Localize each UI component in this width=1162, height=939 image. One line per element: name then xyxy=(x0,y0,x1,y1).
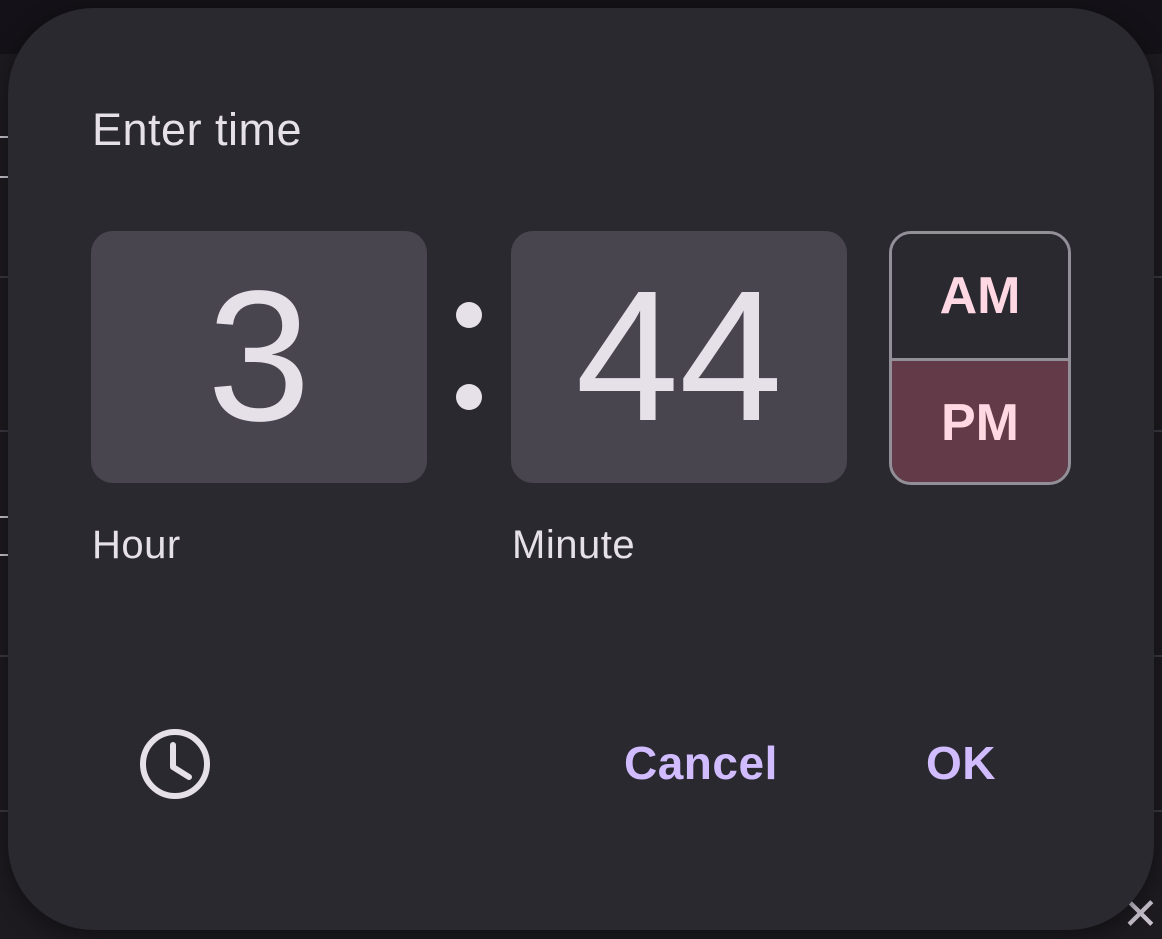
background-mark xyxy=(0,136,8,138)
ok-button[interactable]: OK xyxy=(926,736,996,790)
pm-option[interactable]: PM xyxy=(892,358,1068,482)
am-option[interactable]: AM xyxy=(892,234,1068,358)
clock-mode-button[interactable] xyxy=(136,725,214,803)
cancel-button[interactable]: Cancel xyxy=(624,736,778,790)
time-picker-dialog: Enter time 3 44 AM PM Hour Minute Cancel… xyxy=(8,8,1154,930)
hour-value: 3 xyxy=(207,253,311,460)
am-pm-selector: AM PM xyxy=(889,231,1071,485)
background-mark xyxy=(0,176,8,178)
hour-input[interactable]: 3 xyxy=(91,231,427,483)
minute-input[interactable]: 44 xyxy=(511,231,847,483)
minute-value: 44 xyxy=(575,253,783,460)
clock-icon xyxy=(140,729,210,799)
dialog-title: Enter time xyxy=(92,104,303,155)
background-mark xyxy=(0,516,8,518)
background-mark xyxy=(0,554,8,556)
time-separator-dot xyxy=(456,384,482,410)
minute-label: Minute xyxy=(512,523,636,567)
hour-label: Hour xyxy=(92,523,181,567)
time-separator-dot xyxy=(456,302,482,328)
